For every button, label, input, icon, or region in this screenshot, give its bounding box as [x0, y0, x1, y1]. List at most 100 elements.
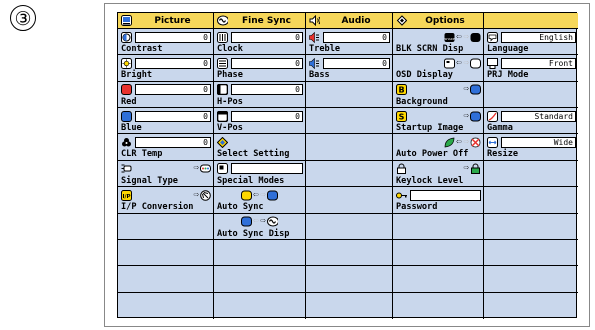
auto-sync-disp-icon	[241, 216, 252, 227]
menu-item-osd-display[interactable]: ⇦ ⇨ OSD Display	[393, 55, 484, 82]
component-signal-icon	[200, 163, 211, 174]
clock-icon	[217, 31, 228, 43]
power-off-icon	[470, 137, 481, 148]
blue-value: 0	[135, 110, 211, 122]
menu-item-select-setting[interactable]: Select Setting	[214, 134, 306, 161]
menu-item-auto-power-off[interactable]: ⇦ ⇨ Auto Power Off	[393, 134, 484, 161]
menu-item-startup-image[interactable]: S ⇨ Startup Image	[393, 108, 484, 135]
treble-icon	[309, 31, 320, 43]
signal-type-icon	[121, 163, 132, 174]
password-field	[410, 189, 481, 201]
speaker-icon	[309, 15, 320, 26]
menu-item-bass[interactable]: 0 Bass	[306, 55, 393, 82]
menu-item-red[interactable]: 0 Red	[118, 81, 214, 109]
h-pos-icon	[217, 84, 228, 96]
empty-cell	[306, 239, 393, 267]
menu-item-label: Clock	[217, 44, 243, 54]
options-empty-cell	[393, 213, 484, 240]
tab-label: Picture	[154, 15, 191, 26]
tab-audio[interactable]: Audio	[306, 13, 393, 29]
menu-item-label: CLR Temp	[121, 149, 163, 160]
blue-screen-icon	[470, 84, 481, 95]
menu-item-clock[interactable]: 0 Clock	[214, 29, 306, 56]
bass-icon	[309, 57, 320, 69]
menu-item-phase[interactable]: 0 Phase	[214, 55, 306, 82]
auto-sync-off-icon	[266, 190, 278, 201]
extra-empty-cell	[484, 161, 578, 188]
menu-item-password[interactable]: Password	[393, 187, 484, 214]
tab-blank	[484, 13, 578, 29]
extra-empty-cell	[484, 187, 578, 214]
svg-text:I/P: I/P	[122, 194, 130, 200]
h-pos-value: 0	[231, 84, 303, 96]
extra-empty-cell	[484, 82, 578, 109]
menu-item-label: Blue	[121, 123, 142, 134]
menu-item-ip-conversion[interactable]: I/P ⇨ I/P Conversion	[118, 187, 214, 214]
gamma-icon	[487, 110, 498, 122]
arrow-right-icon: ⇨	[463, 57, 469, 68]
audio-empty-cell	[306, 187, 393, 214]
menu-item-language[interactable]: English Language	[484, 29, 578, 56]
menu-item-label: Startup Image	[396, 123, 464, 134]
menu-item-gamma[interactable]: Standard Gamma	[484, 108, 578, 135]
startup-image-icon: S	[396, 110, 407, 122]
arrow-right-icon: ⇨	[260, 216, 266, 227]
contrast-value: 0	[135, 31, 211, 43]
ip-conversion-icon: I/P	[121, 189, 132, 201]
fine-sync-icon	[217, 15, 228, 26]
arrow-left-icon: ⇦	[253, 216, 259, 227]
menu-item-prj-mode[interactable]: Front PRJ Mode	[484, 55, 578, 82]
tab-options[interactable]: Options	[393, 13, 484, 29]
auto-sync-on-icon	[241, 190, 252, 201]
menu-item-label: BLK SCRN Disp	[396, 44, 464, 54]
menu-item-label: Auto Sync	[217, 202, 264, 213]
picture-empty-cell	[118, 213, 214, 240]
menu-item-label: Bass	[309, 70, 330, 81]
menu-screen: Picture Fine Sync Audio Options 0 Contra…	[104, 3, 590, 327]
menu-item-label: OSD Display	[396, 70, 453, 81]
menu-item-label: Auto Sync Disp	[217, 228, 290, 239]
blue-screen-icon	[470, 111, 481, 122]
menu-item-clr-temp[interactable]: 0 CLR Temp	[118, 134, 214, 161]
gamma-value: Standard	[501, 110, 576, 122]
background-icon: B	[396, 84, 407, 96]
v-pos-value: 0	[231, 110, 303, 122]
menu-item-auto-sync[interactable]: ⇦ ⇨ Auto Sync	[214, 187, 306, 214]
menu-item-blue[interactable]: 0 Blue	[118, 108, 214, 135]
menu-item-keylock-level[interactable]: ⇨ Keylock Level	[393, 160, 484, 188]
treble-value: 0	[323, 31, 390, 43]
menu-item-signal-type[interactable]: ⇨ Signal Type	[118, 160, 214, 188]
clr-temp-value: 0	[135, 136, 211, 148]
menu-item-blk-scrn-disp[interactable]: SHARP ⇦ ⇨ BLK SCRN Disp	[393, 29, 484, 56]
arrow-left-icon: ⇦	[253, 189, 259, 200]
tab-fine-sync[interactable]: Fine Sync	[214, 13, 306, 29]
svg-text:B: B	[398, 86, 404, 95]
audio-empty-cell	[306, 108, 393, 135]
menu-item-special-modes[interactable]: Special Modes	[214, 160, 306, 188]
menu-item-label: Bright	[121, 70, 153, 81]
options-icon	[396, 15, 407, 26]
menu-item-treble[interactable]: 0 Treble	[306, 29, 393, 56]
menu-item-label: I/P Conversion	[121, 202, 194, 213]
menu-item-label: Gamma	[487, 123, 513, 134]
tab-label: Options	[425, 15, 465, 26]
empty-cell	[484, 266, 578, 293]
special-modes-field	[231, 163, 303, 175]
lock-icon	[396, 163, 407, 175]
menu-item-label: Background	[396, 96, 448, 107]
empty-cell	[214, 239, 306, 267]
menu-item-contrast[interactable]: 0 Contrast	[118, 29, 214, 56]
menu-item-label: Special Modes	[217, 175, 285, 186]
blue-icon	[121, 110, 132, 122]
menu-item-h-pos[interactable]: 0 H-Pos	[214, 81, 306, 109]
menu-item-resize[interactable]: Wide Resize	[484, 134, 578, 161]
leaf-icon	[444, 137, 455, 148]
resize-value: Wide	[501, 136, 576, 148]
speech-bubble-icon	[487, 31, 498, 43]
menu-item-background[interactable]: B ⇨ Background	[393, 81, 484, 109]
menu-item-auto-sync-disp[interactable]: ⇦ ⇨ Auto Sync Disp	[214, 213, 306, 240]
red-value: 0	[135, 84, 211, 96]
menu-item-bright[interactable]: 0 Bright	[118, 55, 214, 82]
menu-item-v-pos[interactable]: 0 V-Pos	[214, 108, 306, 135]
tab-picture[interactable]: Picture	[118, 13, 214, 29]
